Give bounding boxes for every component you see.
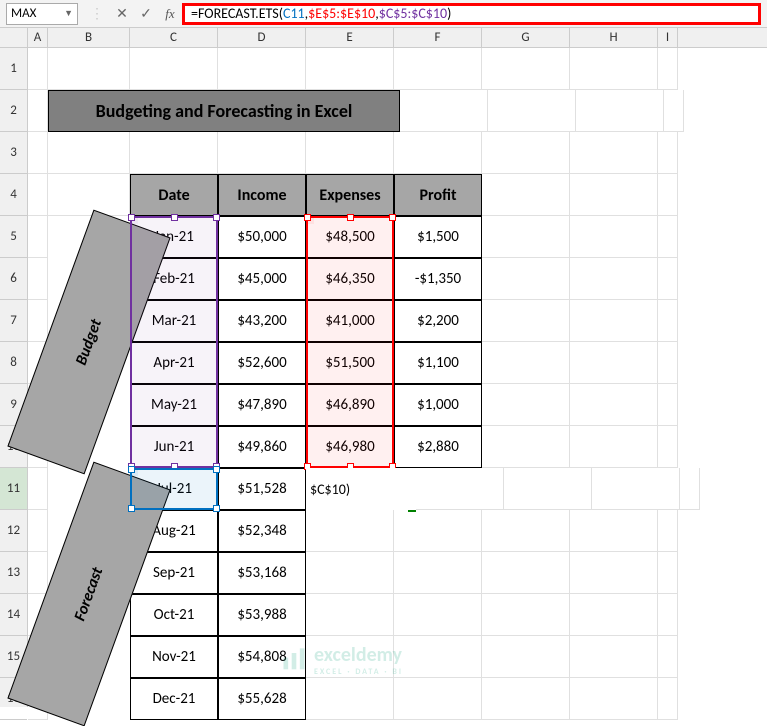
row-header[interactable]: 2 bbox=[0, 90, 27, 132]
row-header[interactable]: 13 bbox=[0, 552, 27, 594]
col-header[interactable]: G bbox=[482, 28, 570, 47]
cell[interactable]: -$1,350 bbox=[394, 258, 482, 300]
fx-icon[interactable]: fx bbox=[158, 6, 182, 22]
cell[interactable]: $2,200 bbox=[394, 300, 482, 342]
formula-input[interactable]: =FORECAST.ETS(C11,$E$5:$E$10,$C$5:$C$10) bbox=[182, 3, 761, 25]
cell[interactable]: $41,000 bbox=[306, 300, 394, 342]
page-title[interactable]: Budgeting and Forecasting in Excel bbox=[48, 90, 400, 132]
row-header[interactable]: 12 bbox=[0, 510, 27, 552]
col-header[interactable]: I bbox=[658, 28, 678, 47]
row-header[interactable]: 3 bbox=[0, 132, 27, 174]
row-header[interactable]: 5 bbox=[0, 216, 27, 258]
cell[interactable]: $43,200 bbox=[218, 300, 306, 342]
column-headers: A B C D E F G H I bbox=[28, 28, 767, 48]
row-header[interactable]: 8 bbox=[0, 342, 27, 384]
cell[interactable]: $47,890 bbox=[218, 384, 306, 426]
cell[interactable]: Apr-21 bbox=[130, 342, 218, 384]
row-header[interactable]: 1 bbox=[0, 48, 27, 90]
cell[interactable]: Oct-21 bbox=[130, 594, 218, 636]
cell[interactable]: $53,988 bbox=[218, 594, 306, 636]
header-profit[interactable]: Profit bbox=[394, 174, 482, 216]
cell[interactable]: May-21 bbox=[130, 384, 218, 426]
cell[interactable]: $46,980 bbox=[306, 426, 394, 468]
spreadsheet: 1 2 3 4 5 6 7 8 9 10 11 12 13 14 15 16 A… bbox=[0, 28, 767, 707]
col-header[interactable]: A bbox=[28, 28, 48, 47]
row-headers: 1 2 3 4 5 6 7 8 9 10 11 12 13 14 15 16 bbox=[0, 28, 28, 707]
col-header[interactable]: H bbox=[570, 28, 658, 47]
row-header[interactable]: 4 bbox=[0, 174, 27, 216]
header-income[interactable]: Income bbox=[218, 174, 306, 216]
cell[interactable]: $48,500 bbox=[306, 216, 394, 258]
col-header[interactable]: E bbox=[306, 28, 394, 47]
col-header[interactable]: F bbox=[394, 28, 482, 47]
cell[interactable]: $49,860 bbox=[218, 426, 306, 468]
col-header[interactable]: D bbox=[218, 28, 306, 47]
cell[interactable]: $1,500 bbox=[394, 216, 482, 258]
cell[interactable]: $53,168 bbox=[218, 552, 306, 594]
cell[interactable]: $46,350 bbox=[306, 258, 394, 300]
cell[interactable]: Nov-21 bbox=[130, 636, 218, 678]
row-header[interactable]: 11 bbox=[0, 468, 27, 510]
grid[interactable]: A B C D E F G H I Budgeting and Forecast… bbox=[28, 28, 767, 707]
active-cell[interactable]: $C$10) bbox=[306, 468, 416, 510]
cell[interactable]: $54,808 bbox=[218, 636, 306, 678]
cell[interactable]: $45,000 bbox=[218, 258, 306, 300]
cell[interactable]: $52,348 bbox=[218, 510, 306, 552]
cell[interactable]: $52,600 bbox=[218, 342, 306, 384]
row-header[interactable]: 14 bbox=[0, 594, 27, 636]
formula-bar: MAX ▼ ⋮ ✕ ✓ fx =FORECAST.ETS(C11,$E$5:$E… bbox=[0, 0, 767, 28]
header-expenses[interactable]: Expenses bbox=[306, 174, 394, 216]
cell[interactable]: $46,890 bbox=[306, 384, 394, 426]
cell[interactable]: Dec-21 bbox=[130, 678, 218, 720]
select-all[interactable] bbox=[0, 28, 27, 48]
cancel-icon[interactable]: ✕ bbox=[110, 5, 134, 22]
cell[interactable]: $55,628 bbox=[218, 678, 306, 720]
row-header[interactable]: 7 bbox=[0, 300, 27, 342]
cell[interactable]: $2,880 bbox=[394, 426, 482, 468]
header-date[interactable]: Date bbox=[130, 174, 218, 216]
name-box-value: MAX bbox=[11, 6, 36, 21]
separator: ⋮ bbox=[90, 5, 104, 22]
cell[interactable]: $50,000 bbox=[218, 216, 306, 258]
cell[interactable]: $1,100 bbox=[394, 342, 482, 384]
name-box[interactable]: MAX ▼ bbox=[6, 3, 78, 25]
row-header[interactable]: 6 bbox=[0, 258, 27, 300]
enter-icon[interactable]: ✓ bbox=[134, 5, 158, 22]
dropdown-icon[interactable]: ▼ bbox=[64, 8, 73, 19]
cell[interactable]: Jun-21 bbox=[130, 426, 218, 468]
cell[interactable]: $51,528 bbox=[218, 468, 306, 510]
cell[interactable]: $51,500 bbox=[306, 342, 394, 384]
cell[interactable]: $1,000 bbox=[394, 384, 482, 426]
col-header[interactable]: C bbox=[130, 28, 218, 47]
col-header[interactable]: B bbox=[48, 28, 130, 47]
